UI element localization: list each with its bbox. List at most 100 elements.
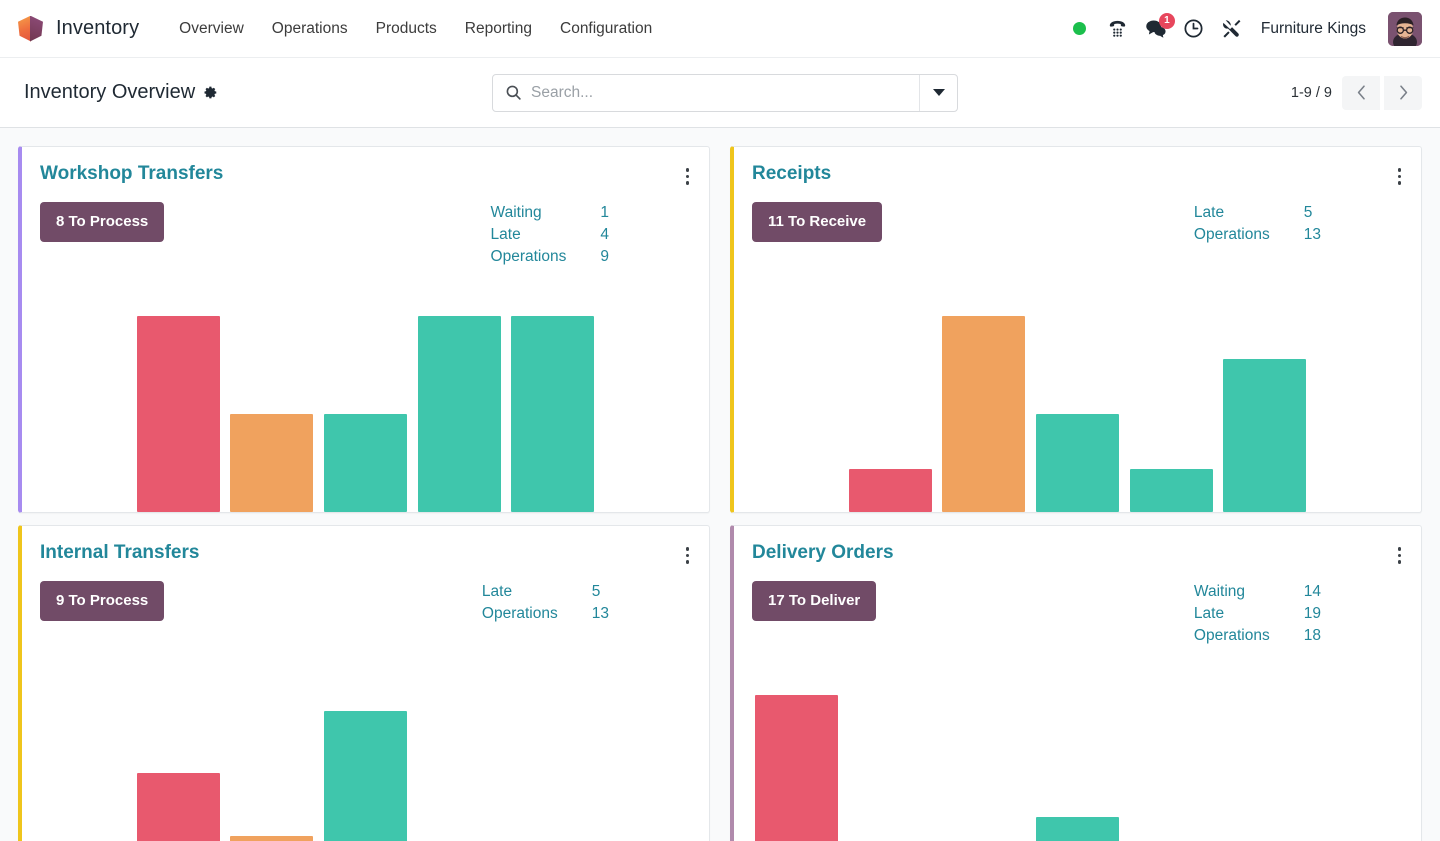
kanban-card-receipts[interactable]: Receipts 11 To Receive Late 5 Operations…: [730, 146, 1422, 513]
menu-item-products[interactable]: Products: [362, 12, 451, 46]
kanban-card-slot: Receipts 11 To Receive Late 5 Operations…: [720, 140, 1432, 519]
bar-slot: [599, 629, 693, 841]
stat-label-waiting[interactable]: Waiting: [491, 204, 567, 222]
chart-bar[interactable]: [849, 469, 932, 512]
bar-slot: [844, 250, 938, 513]
kanban-card-delivery-orders[interactable]: Delivery Orders 17 To Deliver Waiting 14…: [730, 525, 1422, 841]
stat-value-operations[interactable]: 13: [1304, 226, 1321, 244]
to-process-button[interactable]: 9 To Process: [40, 581, 164, 621]
chevron-down-icon: [933, 89, 945, 96]
bar-slot: [844, 651, 938, 841]
menu-item-operations[interactable]: Operations: [258, 12, 362, 46]
stat-value-waiting[interactable]: 1: [600, 204, 609, 222]
bar-slot: [1031, 250, 1125, 513]
activities-clock-icon[interactable]: [1183, 17, 1205, 41]
stat-value-operations[interactable]: 13: [592, 605, 609, 623]
search-icon: [493, 84, 531, 101]
chart-bar[interactable]: [324, 711, 407, 841]
bar-slot: [412, 272, 506, 513]
kebab-menu-icon[interactable]: [1392, 163, 1408, 190]
presence-status-dot-icon[interactable]: [1069, 17, 1091, 41]
card-body: 11 To Receive Late 5 Operations 13: [734, 190, 1421, 244]
voip-phone-icon[interactable]: [1107, 17, 1129, 41]
card-title[interactable]: Internal Transfers: [40, 542, 199, 565]
card-stats: Late 5 Operations 13: [1194, 202, 1403, 244]
chart-bar[interactable]: [324, 414, 407, 512]
breadcrumb: Inventory Overview: [24, 81, 218, 104]
kanban-card-slot: Internal Transfers 9 To Process Late 5 O…: [8, 519, 720, 841]
user-avatar[interactable]: [1388, 12, 1422, 46]
stat-label-late[interactable]: Late: [491, 226, 567, 244]
to-deliver-button[interactable]: 17 To Deliver: [752, 581, 876, 621]
pager-buttons: [1342, 76, 1422, 110]
chart-bar[interactable]: [1036, 414, 1119, 512]
messages-unread-badge: 1: [1159, 13, 1175, 29]
chart-bar[interactable]: [418, 316, 501, 512]
user-menu-name[interactable]: Furniture Kings: [1261, 20, 1366, 38]
pager-previous-button[interactable]: [1342, 76, 1380, 110]
pager: 1-9 / 9: [1291, 76, 1422, 110]
bar-slot: [1031, 651, 1125, 841]
debug-tools-icon[interactable]: [1221, 17, 1243, 41]
chart-bar[interactable]: [137, 773, 220, 841]
card-title[interactable]: Workshop Transfers: [40, 163, 223, 186]
chart-bar[interactable]: [511, 316, 594, 512]
pager-next-button[interactable]: [1384, 76, 1422, 110]
stat-value-late[interactable]: 5: [1304, 204, 1321, 222]
stat-label-late[interactable]: Late: [482, 583, 558, 601]
gear-icon[interactable]: [203, 85, 218, 100]
chart-bar[interactable]: [1130, 469, 1213, 512]
chart-bar[interactable]: [942, 316, 1025, 512]
chart-bar[interactable]: [1036, 817, 1119, 841]
chart-bar[interactable]: [137, 316, 220, 512]
stat-label-operations[interactable]: Operations: [482, 605, 558, 623]
main-menu: Overview Operations Products Reporting C…: [165, 12, 666, 46]
chart-bar[interactable]: [1223, 359, 1306, 512]
search-input[interactable]: [531, 75, 919, 111]
card-header: Internal Transfers: [22, 526, 709, 569]
search-bar[interactable]: [492, 74, 958, 112]
stat-value-waiting[interactable]: 14: [1304, 583, 1321, 601]
bar-slot: [1311, 651, 1405, 841]
stat-value-operations[interactable]: 18: [1304, 627, 1321, 645]
stat-value-operations[interactable]: 9: [600, 248, 609, 266]
stat-label-operations[interactable]: Operations: [1194, 226, 1270, 244]
card-title[interactable]: Receipts: [752, 163, 831, 186]
bar-slot: [38, 272, 132, 513]
card-header: Workshop Transfers: [22, 147, 709, 190]
card-title[interactable]: Delivery Orders: [752, 542, 894, 565]
odoo-hexagon-logo[interactable]: [18, 15, 44, 43]
stat-value-late[interactable]: 4: [600, 226, 609, 244]
stat-label-waiting[interactable]: Waiting: [1194, 583, 1270, 601]
bar-slot: [132, 629, 226, 841]
card-body: 8 To Process Waiting 1 Late 4 Operations…: [22, 190, 709, 266]
kanban-card-internal-transfers[interactable]: Internal Transfers 9 To Process Late 5 O…: [18, 525, 710, 841]
stat-value-late[interactable]: 19: [1304, 605, 1321, 623]
kebab-menu-icon[interactable]: [1392, 542, 1408, 569]
stat-label-late[interactable]: Late: [1194, 204, 1270, 222]
chart-bar[interactable]: [230, 836, 313, 841]
stat-label-operations[interactable]: Operations: [491, 248, 567, 266]
bar-slot: [412, 629, 506, 841]
menu-item-configuration[interactable]: Configuration: [546, 12, 666, 46]
app-name[interactable]: Inventory: [56, 17, 139, 40]
bar-slot: [319, 629, 413, 841]
menu-item-overview[interactable]: Overview: [165, 12, 258, 46]
card-stats: Waiting 14 Late 19 Operations 18: [1194, 581, 1403, 645]
menu-item-reporting[interactable]: Reporting: [451, 12, 546, 46]
kebab-menu-icon[interactable]: [680, 163, 696, 190]
bar-slot: [1218, 651, 1312, 841]
bar-slot: [937, 250, 1031, 513]
stat-label-operations[interactable]: Operations: [1194, 627, 1270, 645]
search-dropdown-toggle[interactable]: [919, 75, 957, 111]
chart-bar[interactable]: [230, 414, 313, 512]
chart-bar[interactable]: [755, 695, 838, 841]
kebab-menu-icon[interactable]: [680, 542, 696, 569]
to-process-button[interactable]: 8 To Process: [40, 202, 164, 242]
bar-slot: [225, 629, 319, 841]
messages-chat-icon[interactable]: 1: [1145, 17, 1167, 41]
to-receive-button[interactable]: 11 To Receive: [752, 202, 882, 242]
stat-label-late[interactable]: Late: [1194, 605, 1270, 623]
kanban-card-workshop-transfers[interactable]: Workshop Transfers 8 To Process Waiting …: [18, 146, 710, 513]
stat-value-late[interactable]: 5: [592, 583, 609, 601]
